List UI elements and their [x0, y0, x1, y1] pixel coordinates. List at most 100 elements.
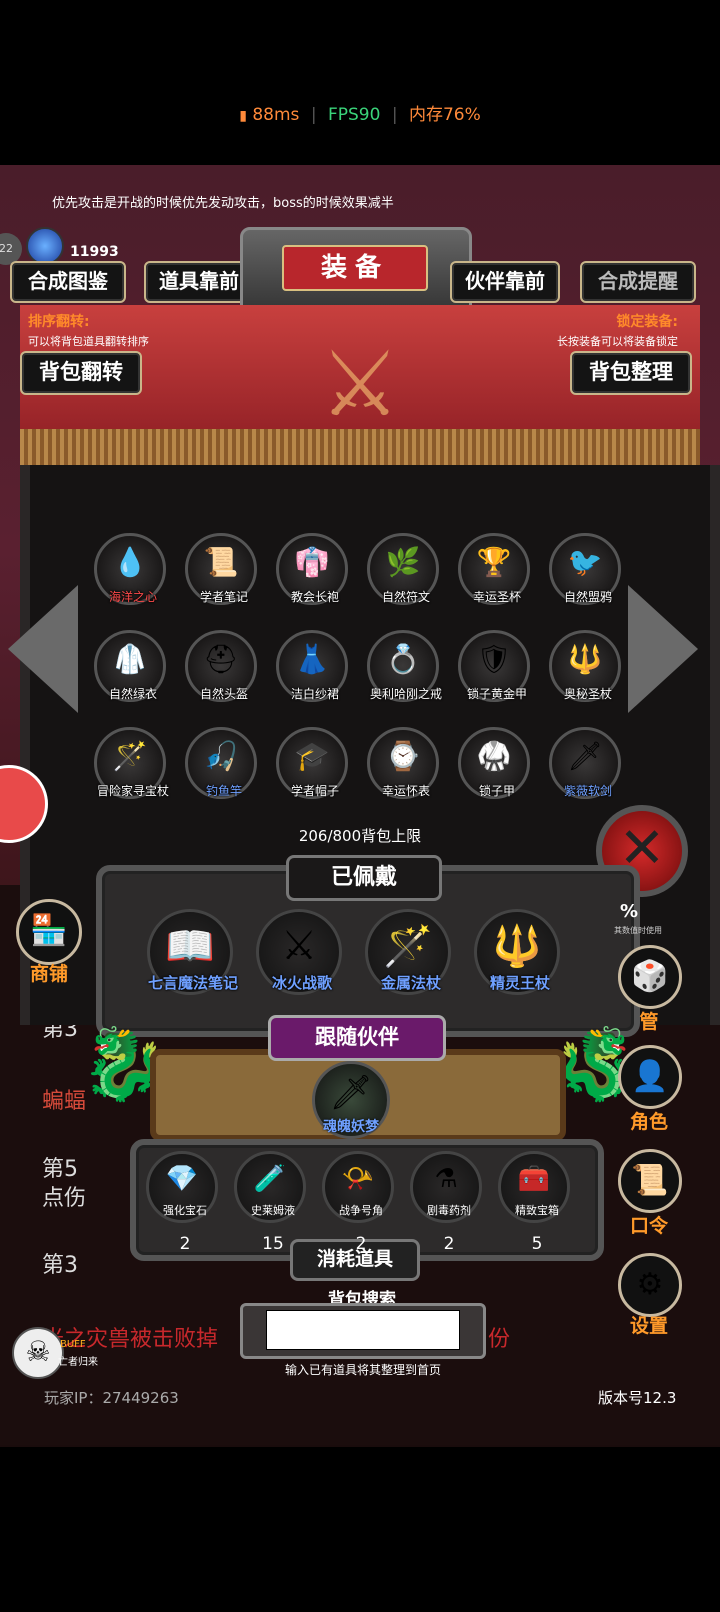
item-name: 锁子甲	[478, 784, 515, 798]
settings-button[interactable]: ⚙	[618, 1253, 682, 1317]
equipped-item-icon: 🪄	[383, 923, 433, 970]
equipped-item-name: 冰火战歌	[271, 974, 332, 992]
percent-text: %	[620, 901, 639, 922]
tab-synthesis-remind[interactable]: 合成提醒	[580, 261, 696, 303]
tab-items-front[interactable]: 道具靠前	[144, 261, 254, 303]
item-icon: 🛡	[476, 642, 512, 676]
status-bar	[0, 0, 720, 165]
consumable-slot[interactable]: 💎 强化宝石 2	[146, 1151, 218, 1254]
inventory-slot[interactable]: 🗡 紫薇软剑	[549, 727, 621, 799]
consumable-icon: 💎	[165, 1164, 199, 1195]
prev-page-arrow[interactable]	[8, 585, 78, 713]
consumable-slot[interactable]: 🧪 史莱姆液 15	[234, 1151, 306, 1254]
manage-label: 管	[639, 1011, 659, 1033]
consumable-name: 战争号角	[339, 1204, 383, 1217]
settings-label: 设置	[629, 1315, 668, 1337]
game-screen: 第3 蝙蝠 第5 点伤 第3 光之灾兽被击败掉 份 优先攻击是开战的时候优先发动…	[0, 165, 720, 1447]
next-page-arrow[interactable]	[628, 585, 698, 713]
consumable-icon: ⚗	[434, 1164, 458, 1195]
consumable-slot[interactable]: ⚗ 剧毒药剂 2	[410, 1151, 482, 1254]
backpack-flip-button[interactable]: 背包翻转	[20, 351, 142, 395]
item-icon: 📜	[203, 545, 239, 579]
equipped-item-icon: 📖	[165, 923, 215, 970]
item-icon: 🎓	[294, 739, 330, 773]
item-name: 自然绿衣	[108, 687, 157, 701]
equipped-slot[interactable]: 🪄 金属法杖	[365, 909, 451, 995]
inventory-slot[interactable]: 💧 海洋之心	[94, 533, 166, 605]
buff-skull-icon[interactable]: ☠	[12, 1327, 64, 1379]
fps-text: FPS90	[327, 105, 381, 125]
search-hint: 输入已有道具将其整理到首页	[284, 1363, 441, 1377]
inventory-slot[interactable]: 👗 洁白纱裙	[276, 630, 348, 702]
log-line: 份	[488, 1327, 511, 1352]
shop-icon: 🏪	[30, 913, 68, 948]
item-name: 奥秘圣杖	[563, 687, 612, 701]
item-name: 幸运圣杯	[472, 590, 521, 604]
backpack-organize-button[interactable]: 背包整理	[570, 351, 692, 395]
inventory-slot[interactable]: 🌿 自然符文	[367, 533, 439, 605]
item-icon: 🥋	[476, 739, 512, 773]
consumable-icon: 🧪	[253, 1164, 287, 1195]
inventory-slot[interactable]: 🪄 冒险家寻宝杖	[94, 727, 169, 799]
lock-title: 锁定装备:	[616, 314, 678, 330]
sort-desc: 可以将背包道具翻转排序	[28, 335, 149, 348]
buff-sub: 亡者归来	[58, 1357, 98, 1368]
gem-icon	[26, 227, 64, 265]
item-name: 紫薇软剑	[563, 784, 612, 798]
shop-button[interactable]: 🏪	[16, 899, 82, 965]
partner-title: 跟随伙伴	[268, 1015, 446, 1061]
partner-slot[interactable]: 🗡 魂魄妖梦	[312, 1061, 390, 1139]
memory-text: 内存76%	[408, 105, 481, 125]
item-icon: 👘	[294, 545, 330, 579]
consumable-name: 剧毒药剂	[427, 1204, 471, 1217]
consumable-slot[interactable]: 🧰 精致宝箱 5	[498, 1151, 570, 1254]
equipped-slot[interactable]: 🔱 精灵王杖	[474, 909, 560, 995]
sort-title: 排序翻转:	[28, 314, 90, 330]
gem-count: 11993	[70, 244, 119, 260]
consumable-icon: 🧰	[517, 1164, 551, 1195]
inventory-slot[interactable]: 📜 学者笔记	[185, 533, 257, 605]
inventory-slot[interactable]: 🎓 学者帽子	[276, 727, 348, 799]
gear-icon: ⚙	[636, 1267, 664, 1302]
inventory-slot[interactable]: 🐦 自然盟鸦	[549, 533, 621, 605]
consumable-name: 史莱姆液	[251, 1204, 295, 1217]
consumable-name: 强化宝石	[163, 1204, 207, 1217]
equipped-slot[interactable]: 📖 七言魔法笔记	[147, 909, 238, 995]
inventory-slot[interactable]: ⛑ 自然头盔	[185, 630, 257, 702]
search-input[interactable]	[266, 1310, 460, 1350]
inventory-slot[interactable]: 💍 奥利哈刚之戒	[367, 630, 442, 702]
inventory-slot[interactable]: 🏆 幸运圣杯	[458, 533, 530, 605]
inventory-slot[interactable]: 🥼 自然绿衣	[94, 630, 166, 702]
item-name: 锁子黄金甲	[466, 687, 527, 701]
consumable-slot[interactable]: 📯 战争号角 2	[322, 1151, 394, 1254]
inventory-slot[interactable]: 🛡 锁子黄金甲	[458, 630, 530, 702]
inventory-slot[interactable]: 🥋 锁子甲	[458, 727, 530, 799]
item-icon: ⌚	[385, 739, 421, 773]
tab-synthesis-guide[interactable]: 合成图鉴	[10, 261, 126, 303]
item-name: 学者帽子	[290, 784, 339, 798]
tab-equip[interactable]: 装备	[282, 245, 428, 291]
item-icon: 🔱	[567, 642, 603, 676]
role-button[interactable]: 👤	[618, 1045, 682, 1109]
consumable-count: 5	[531, 1234, 543, 1254]
equipped-title: 已佩戴	[286, 855, 442, 901]
item-icon: 🐦	[567, 545, 603, 579]
item-icon: 🎣	[203, 739, 239, 773]
item-icon: ⛑	[203, 642, 239, 676]
inventory-slot[interactable]: ⌚ 幸运怀表	[367, 727, 439, 799]
player-ip: 玩家IP：27449263	[44, 1389, 179, 1407]
equipped-slot[interactable]: ⚔ 冰火战歌	[256, 909, 342, 995]
command-button[interactable]: 📜	[618, 1149, 682, 1213]
tab-partner-front[interactable]: 伙伴靠前	[450, 261, 560, 303]
item-icon: 🗡	[567, 739, 603, 773]
partner-name: 魂魄妖梦	[323, 1119, 379, 1135]
inventory-slot[interactable]: 👘 教会长袍	[276, 533, 348, 605]
consumable-name: 精致宝箱	[515, 1204, 559, 1217]
manage-button[interactable]: 🎲	[618, 945, 682, 1009]
log-line: 第5	[42, 1157, 78, 1182]
partner-icon: 🗡	[329, 1072, 373, 1113]
inventory-slot[interactable]: 🔱 奥秘圣杖	[549, 630, 621, 702]
consumable-count: 2	[443, 1234, 455, 1254]
inventory-slot[interactable]: 🎣 钓鱼竿	[185, 727, 257, 799]
role-label: 角色	[629, 1111, 668, 1133]
